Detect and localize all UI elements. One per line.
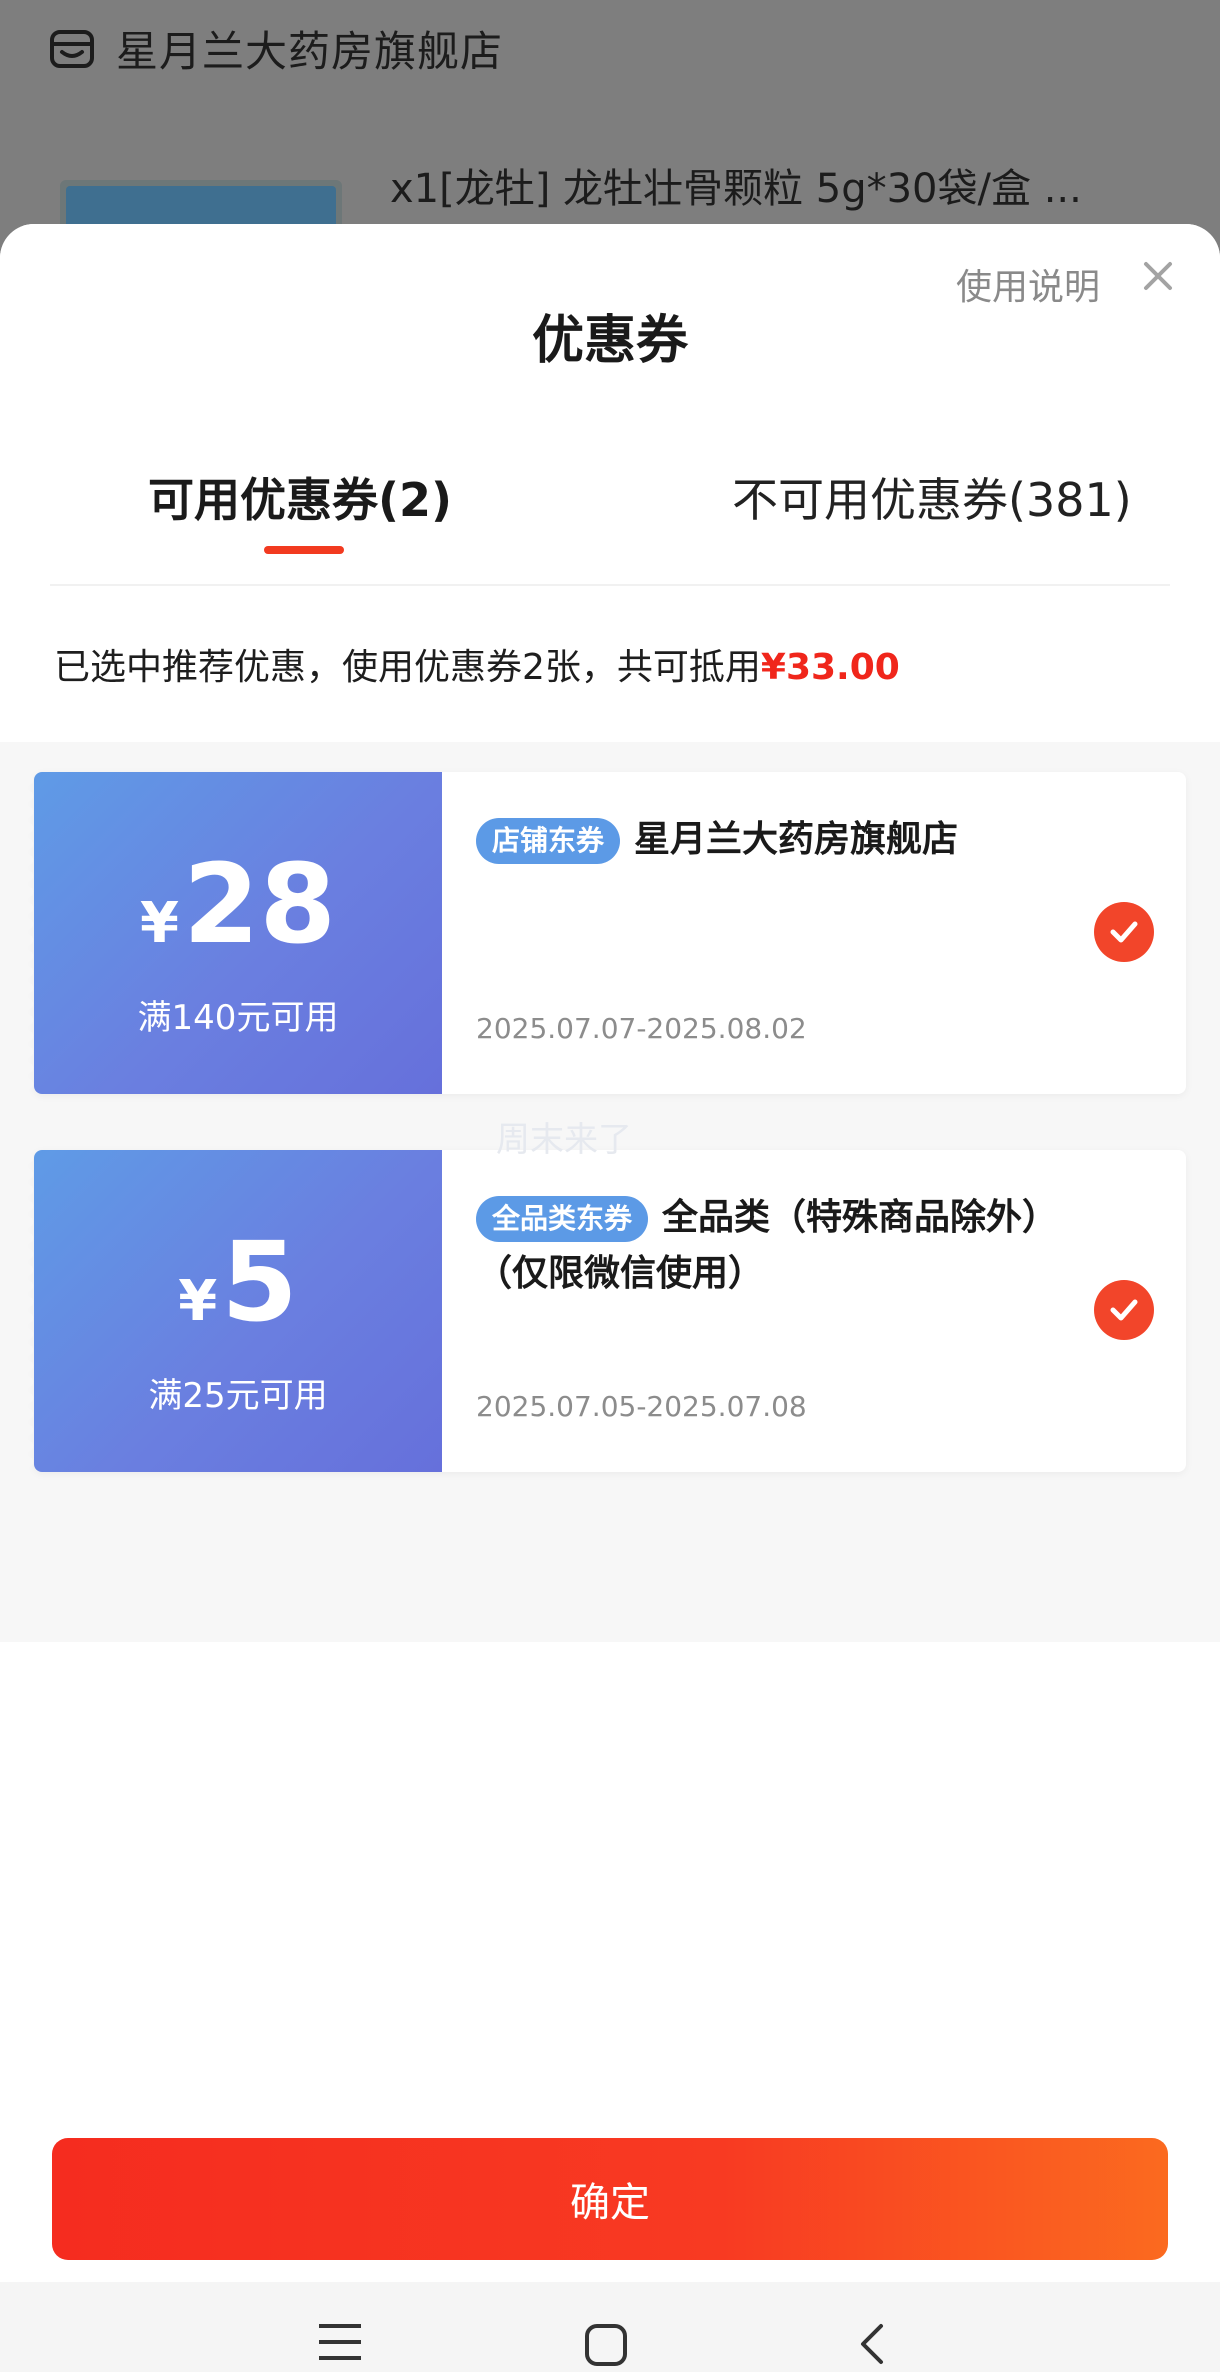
summary-text: 已选中推荐优惠，使用优惠券2张，共可抵用	[54, 647, 761, 688]
coupon-title-row: 店铺东券 星月兰大药房旗舰店	[476, 812, 1066, 868]
active-tab-indicator	[264, 546, 344, 554]
sheet-header: 使用说明 优惠券 可用优惠券(2) 不可用优惠券(381) 已选中推荐优惠，使用…	[0, 224, 1220, 744]
coupon-title: 星月兰大药房旗舰店	[634, 819, 959, 860]
coupon-condition: 满25元可用	[148, 1376, 328, 1416]
coupon-condition: 满140元可用	[137, 998, 339, 1038]
coupon-amount-row: ¥5	[34, 1218, 442, 1346]
coupon-amount: 5	[221, 1218, 298, 1346]
menu-button[interactable]	[310, 2322, 370, 2372]
product-title: x1[龙牡] 龙牡壮骨颗粒 5g*30袋/盒 ...	[390, 166, 1082, 212]
close-button[interactable]	[1134, 252, 1182, 300]
selection-summary: 已选中推荐优惠，使用优惠券2张，共可抵用¥33.00	[54, 638, 900, 690]
coupon-amount-row: ¥28	[34, 840, 442, 968]
coupon-tag: 全品类东券	[476, 1196, 649, 1242]
coupon-card[interactable]: ¥28 满140元可用 店铺东券 星月兰大药房旗舰店 2025.07.07-202…	[28, 772, 1186, 1094]
home-icon	[585, 2324, 627, 2366]
store-icon	[50, 30, 94, 68]
back-icon	[861, 2324, 883, 2364]
coupon-value-panel: ¥28 满140元可用	[28, 772, 442, 1094]
coupon-title-row: 全品类东券 全品类（特殊商品除外）（仅限微信使用）	[476, 1190, 1066, 1302]
coupon-checkbox[interactable]	[1094, 902, 1154, 962]
menu-icon	[319, 2324, 361, 2360]
currency-symbol: ¥	[178, 1269, 218, 1334]
sheet-title: 优惠券	[531, 311, 688, 371]
system-navbar	[0, 2282, 1220, 2372]
watermark: 周末来了	[496, 1120, 632, 1160]
coupon-date-range: 2025.07.07-2025.08.02	[476, 1012, 807, 1045]
tab-unavailable-coupons[interactable]: 不可用优惠券(381)	[732, 464, 1132, 530]
store-name: 星月兰大药房旗舰店	[116, 26, 504, 76]
coupon-tag: 店铺东券	[476, 818, 621, 864]
tab-available-coupons[interactable]: 可用优惠券(2)	[148, 464, 452, 530]
coupon-amount: 28	[182, 840, 337, 968]
coupon-date-range: 2025.07.05-2025.07.08	[476, 1390, 807, 1423]
currency-symbol: ¥	[139, 891, 179, 956]
check-icon	[1110, 921, 1138, 943]
divider	[50, 584, 1170, 586]
close-icon	[1144, 262, 1172, 290]
footer: 确定	[0, 2118, 1220, 2282]
coupon-checkbox[interactable]	[1094, 1280, 1154, 1340]
confirm-button[interactable]: 确定	[52, 2138, 1168, 2260]
coupon-card[interactable]: ¥5 满25元可用 全品类东券 全品类（特殊商品除外）（仅限微信使用） 2025.…	[28, 1150, 1186, 1472]
check-icon	[1110, 1299, 1138, 1321]
home-button[interactable]	[576, 2322, 636, 2372]
back-button[interactable]	[842, 2322, 902, 2372]
store-header[interactable]: 星月兰大药房旗舰店	[48, 20, 503, 76]
summary-amount: ¥33.00	[760, 647, 900, 688]
coupon-list: ¥28 满140元可用 店铺东券 星月兰大药房旗舰店 2025.07.07-202…	[0, 742, 1220, 2242]
coupon-tabs: 可用优惠券(2) 不可用优惠券(381)	[0, 464, 1220, 560]
coupon-value-panel: ¥5 满25元可用	[28, 1150, 442, 1472]
coupon-sheet: 使用说明 优惠券 可用优惠券(2) 不可用优惠券(381) 已选中推荐优惠，使用…	[0, 224, 1220, 2372]
